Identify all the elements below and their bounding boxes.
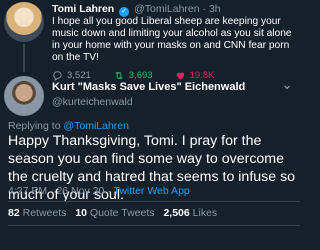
tweet-stats: 82 Retweets 10 Quote Tweets 2,506 Likes [8,207,223,219]
author-handle[interactable]: @kurteichenwald [52,95,292,109]
author-name[interactable]: Tomi Lahren [52,3,114,15]
separator-dot: · [50,185,54,197]
divider [8,201,300,202]
divider [8,225,300,226]
separator-dot: · [202,3,207,15]
quote-tweets-stat[interactable]: 10 Quote Tweets [75,207,154,219]
quote-tweets-label: Quote Tweets [89,207,155,219]
replying-to-link[interactable]: @TomiLahren [63,120,129,132]
likes-count: 2,506 [163,207,190,219]
tweet-header: Tomi Lahren ✓ @TomiLahren · 3h [52,2,296,17]
retweets-label: Retweets [22,207,67,219]
likes-label: Likes [192,207,218,219]
more-icon[interactable]: ⌄ [281,76,294,93]
retweet-count: 3,693 [128,69,153,81]
retweets-stat[interactable]: 82 Retweets [8,207,66,219]
quote-tweets-count: 10 [75,207,87,219]
tweet-time[interactable]: 3h [209,3,221,15]
tweet-text: I hope all you good Liberal sheep are ke… [52,16,292,63]
like-count: 19.8K [189,69,215,81]
separator-dot: · [107,185,111,197]
like-button[interactable]: 19.8K [175,69,215,81]
like-icon [176,72,184,80]
tweet-time[interactable]: 4:27 PM [8,185,47,197]
retweet-button[interactable]: 3,693 [113,70,153,81]
tweet-main-header: Kurt "Masks Save Lives" Eichenwald @kurt… [52,80,292,109]
retweet-icon [115,71,123,79]
reply-count: 3,521 [67,69,91,81]
likes-stat[interactable]: 2,506 Likes [163,207,217,219]
author-name[interactable]: Kurt "Masks Save Lives" Eichenwald [52,80,292,95]
retweets-count: 82 [8,207,20,219]
reply-icon [53,70,62,81]
replying-to: Replying to @TomiLahren [8,120,129,132]
tweet-parent[interactable]: Tomi Lahren ✓ @TomiLahren · 3h I hope al… [52,2,296,82]
avatar-kurt[interactable] [4,76,44,116]
thread-line [23,44,25,72]
avatar-tomi[interactable] [4,2,44,42]
author-handle[interactable]: @TomiLahren [134,3,200,15]
tweet-meta: 4:27 PM · 26 Nov 20 · Twitter Web App [8,185,190,197]
tweet-date[interactable]: 26 Nov 20 [56,185,104,197]
tweet-source[interactable]: Twitter Web App [113,185,189,197]
reply-button[interactable]: 3,521 [52,70,91,81]
replying-label: Replying to [8,120,61,132]
